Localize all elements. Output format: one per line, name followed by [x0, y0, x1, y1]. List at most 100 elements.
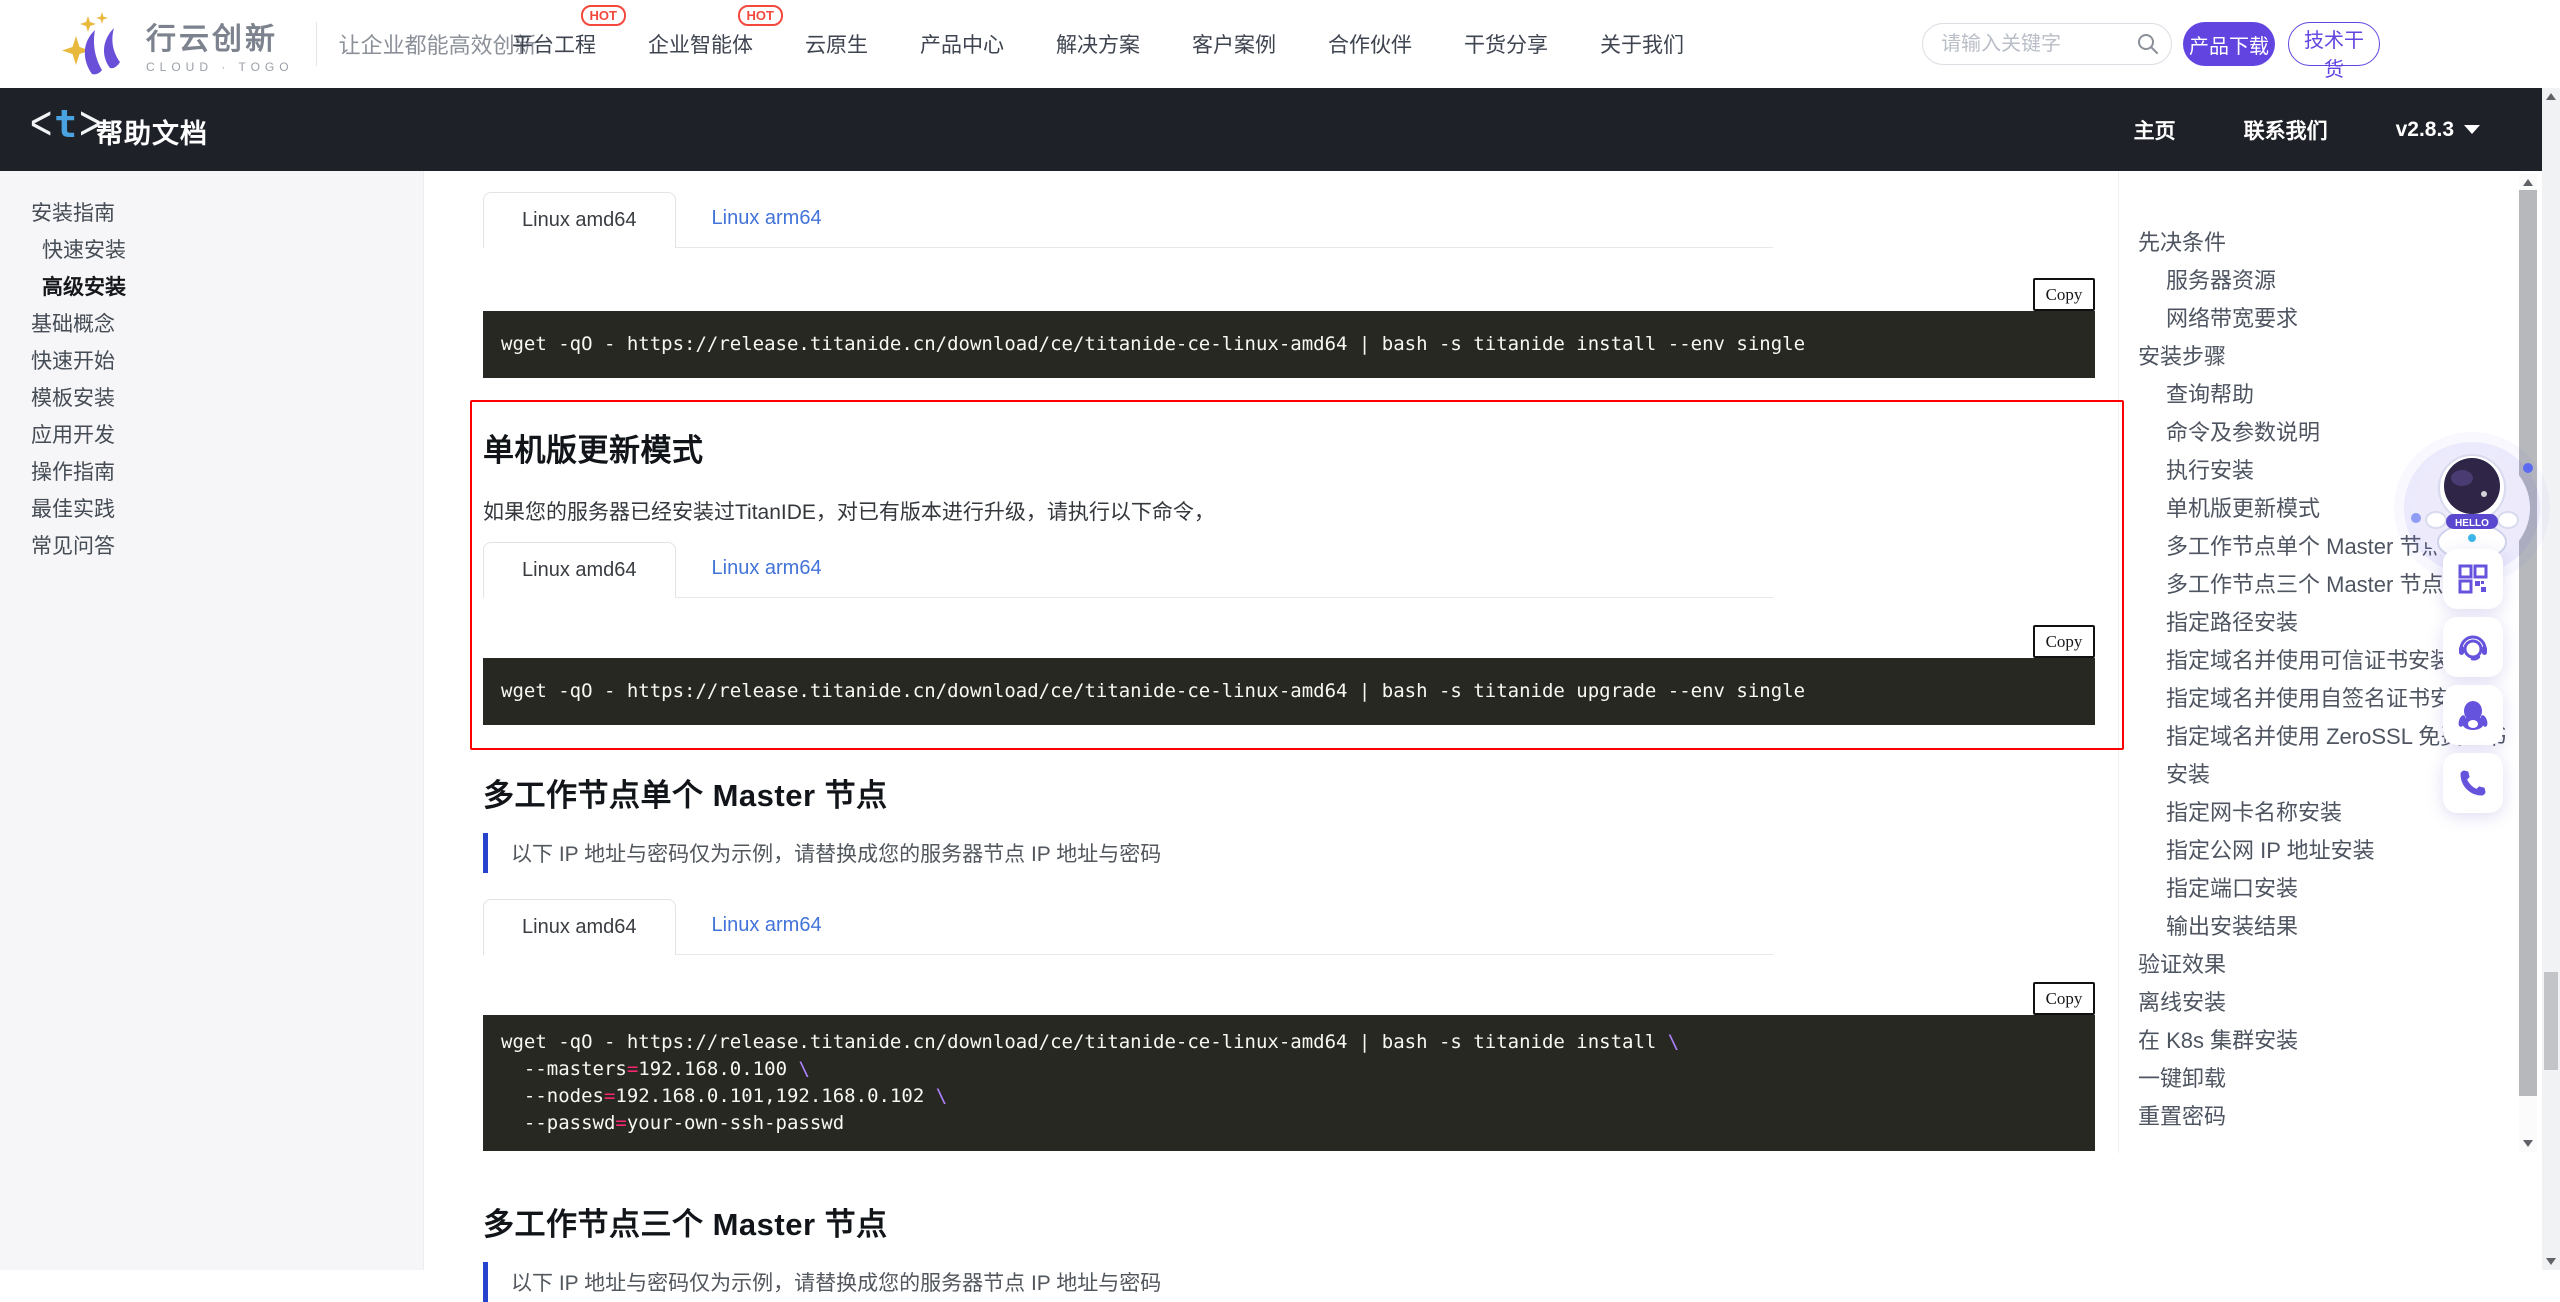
toc-item[interactable]: 离线安装 [2138, 984, 2520, 1022]
nav-item-label: 产品中心 [920, 34, 1004, 57]
home-link[interactable]: 主页 [2134, 115, 2176, 145]
bracket-left: < [30, 97, 52, 151]
sidebar-item[interactable]: 快速开始 [0, 343, 423, 380]
sidebar-item[interactable]: 高级安装 [0, 269, 423, 306]
copy-button[interactable]: Copy [2033, 278, 2095, 311]
nav-item[interactable]: 云原生 [805, 29, 868, 59]
tab-linux-amd64[interactable]: Linux amd64 [483, 542, 676, 598]
nav-item-label: 平台工程 [512, 34, 596, 57]
copy-button[interactable]: Copy [2033, 982, 2095, 1015]
nav-item[interactable]: 产品中心 [920, 29, 1004, 59]
toc-item[interactable]: 先决条件 [2138, 224, 2520, 262]
nav-item[interactable]: 干货分享 [1464, 29, 1548, 59]
tab-linux-arm64[interactable]: Linux arm64 [712, 207, 822, 247]
qrcode-icon [2458, 564, 2488, 594]
main-content: Linux amd64 Linux arm64 Copy wget -qO - … [483, 171, 2095, 1302]
product-download-button[interactable]: 产品下载 [2183, 22, 2275, 66]
doc-logo-icon[interactable]: <t> [30, 102, 101, 146]
code-section-install: Copy wget -qO - https://release.titanide… [483, 278, 2095, 378]
nav-item[interactable]: 客户案例 [1192, 29, 1276, 59]
nav-item[interactable]: HOT 平台工程 [512, 29, 596, 59]
tab-linux-arm64[interactable]: Linux arm64 [712, 557, 822, 597]
qq-penguin-icon [2458, 699, 2488, 731]
window-scrollbar[interactable] [2542, 88, 2560, 1270]
toc-item[interactable]: 指定端口安装 [2138, 870, 2520, 908]
tech-goods-button[interactable]: 技术干货 [2288, 22, 2380, 66]
toc-item[interactable]: 安装步骤 [2138, 338, 2520, 376]
headset-icon [2457, 631, 2489, 663]
search-input[interactable] [1922, 23, 2172, 65]
search-icon[interactable] [2136, 32, 2160, 56]
nav-item-label: 客户案例 [1192, 34, 1276, 57]
tabstrip-single-master: Linux amd64 Linux arm64 [483, 899, 1773, 955]
toc-scrollbar[interactable] [2519, 174, 2537, 1152]
nav-item[interactable]: 合作伙伴 [1328, 29, 1412, 59]
site-header: 行云创新 CLOUD · TOGO 让企业都能高效创新 HOT 平台工程 HOT… [0, 0, 2560, 88]
toc-item[interactable]: 在 K8s 集群安装 [2138, 1022, 2520, 1060]
copy-button[interactable]: Copy [2033, 625, 2095, 658]
window-scrollbar-thumb[interactable] [2544, 972, 2558, 1070]
sidebar-item[interactable]: 常见问答 [0, 528, 423, 565]
toc-item[interactable]: 一键卸载 [2138, 1060, 2520, 1098]
version-dropdown[interactable]: v2.8.3 [2396, 118, 2480, 142]
sidebar-item[interactable]: 最佳实践 [0, 491, 423, 528]
phone-icon [2458, 768, 2488, 798]
nav-item[interactable]: HOT 企业智能体 [648, 29, 753, 59]
brand-logo-icon [62, 8, 134, 80]
toc-item[interactable]: 重置密码 [2138, 1098, 2520, 1136]
sidebar-item[interactable]: 安装指南 [0, 195, 423, 232]
scroll-up-icon[interactable] [2523, 179, 2533, 186]
sidebar-item[interactable]: 快速安装 [0, 232, 423, 269]
qq-button[interactable] [2443, 685, 2503, 745]
toc-item[interactable]: 查询帮助 [2138, 376, 2520, 414]
scroll-down-icon[interactable] [2546, 1258, 2556, 1265]
sidebar-item[interactable]: 基础概念 [0, 306, 423, 343]
scroll-down-icon[interactable] [2523, 1140, 2533, 1147]
nav-item-label: 合作伙伴 [1328, 34, 1412, 57]
customer-service-button[interactable] [2443, 617, 2503, 677]
code-block-single-master: wget -qO - https://release.titanide.cn/d… [483, 1015, 2095, 1151]
toc-item[interactable]: 输出安装结果 [2138, 908, 2520, 946]
brand-text: 行云创新 CLOUD · TOGO [146, 14, 294, 74]
sidebar-item[interactable]: 应用开发 [0, 417, 423, 454]
qrcode-button[interactable] [2443, 549, 2503, 609]
nav-item-label: 关于我们 [1600, 34, 1684, 57]
toc-item[interactable]: 服务器资源 [2138, 262, 2520, 300]
tab-linux-amd64[interactable]: Linux amd64 [483, 192, 676, 248]
toc-item[interactable]: 指定公网 IP 地址安装 [2138, 832, 2520, 870]
code-section-upgrade: Copy wget -qO - https://release.titanide… [483, 625, 2095, 725]
doc-header-bar: <t> 帮助文档 主页 联系我们 v2.8.3 [0, 88, 2560, 171]
doc-title: 帮助文档 [96, 112, 208, 151]
phone-button[interactable] [2443, 753, 2503, 813]
chevron-down-icon [2464, 125, 2480, 134]
code-section-single-master: Copy wget -qO - https://release.titanide… [483, 982, 2095, 1151]
main-nav: HOT 平台工程 HOT 企业智能体 云原生 产品中心 解决方案 客户案例 合作… [512, 0, 1684, 88]
nav-item[interactable]: 解决方案 [1056, 29, 1140, 59]
section-title-update: 单机版更新模式 [483, 425, 2095, 470]
section-desc-update: 如果您的服务器已经安装过TitanIDE，对已有版本进行升级，请执行以下命令， [483, 496, 2095, 526]
nav-item[interactable]: 关于我们 [1600, 29, 1684, 59]
logo-t: t [54, 102, 77, 146]
tab-linux-arm64[interactable]: Linux arm64 [712, 914, 822, 954]
scroll-up-icon[interactable] [2546, 93, 2556, 100]
section-title-three-master: 多工作节点三个 Master 节点 [483, 1199, 2095, 1244]
toc-item[interactable]: 验证效果 [2138, 946, 2520, 984]
toc-scrollbar-thumb[interactable] [2519, 190, 2537, 1096]
sidebar-item[interactable]: 模板安装 [0, 380, 423, 417]
brand[interactable]: 行云创新 CLOUD · TOGO 让企业都能高效创新 [62, 8, 537, 80]
nav-item-label: 干货分享 [1464, 34, 1548, 57]
tab-linux-amd64[interactable]: Linux amd64 [483, 899, 676, 955]
sidebar-item[interactable]: 操作指南 [0, 454, 423, 491]
toc-item[interactable]: 网络带宽要求 [2138, 300, 2520, 338]
tabstrip-upgrade: Linux amd64 Linux arm64 [483, 542, 1773, 598]
section-title-single-master: 多工作节点单个 Master 节点 [483, 770, 2095, 815]
contact-link[interactable]: 联系我们 [2244, 115, 2328, 145]
brand-divider [316, 22, 317, 66]
doc-links: 主页 联系我们 v2.8.3 [2134, 88, 2480, 171]
floating-contact-buttons [2443, 549, 2503, 821]
hot-badge: HOT [581, 5, 626, 26]
brand-tagline: 让企业都能高效创新 [339, 28, 537, 60]
hot-badge: HOT [738, 5, 783, 26]
sidebar-nav: 安装指南快速安装高级安装基础概念快速开始模板安装应用开发操作指南最佳实践常见问答 [0, 171, 424, 1270]
search-box [1922, 23, 2172, 65]
